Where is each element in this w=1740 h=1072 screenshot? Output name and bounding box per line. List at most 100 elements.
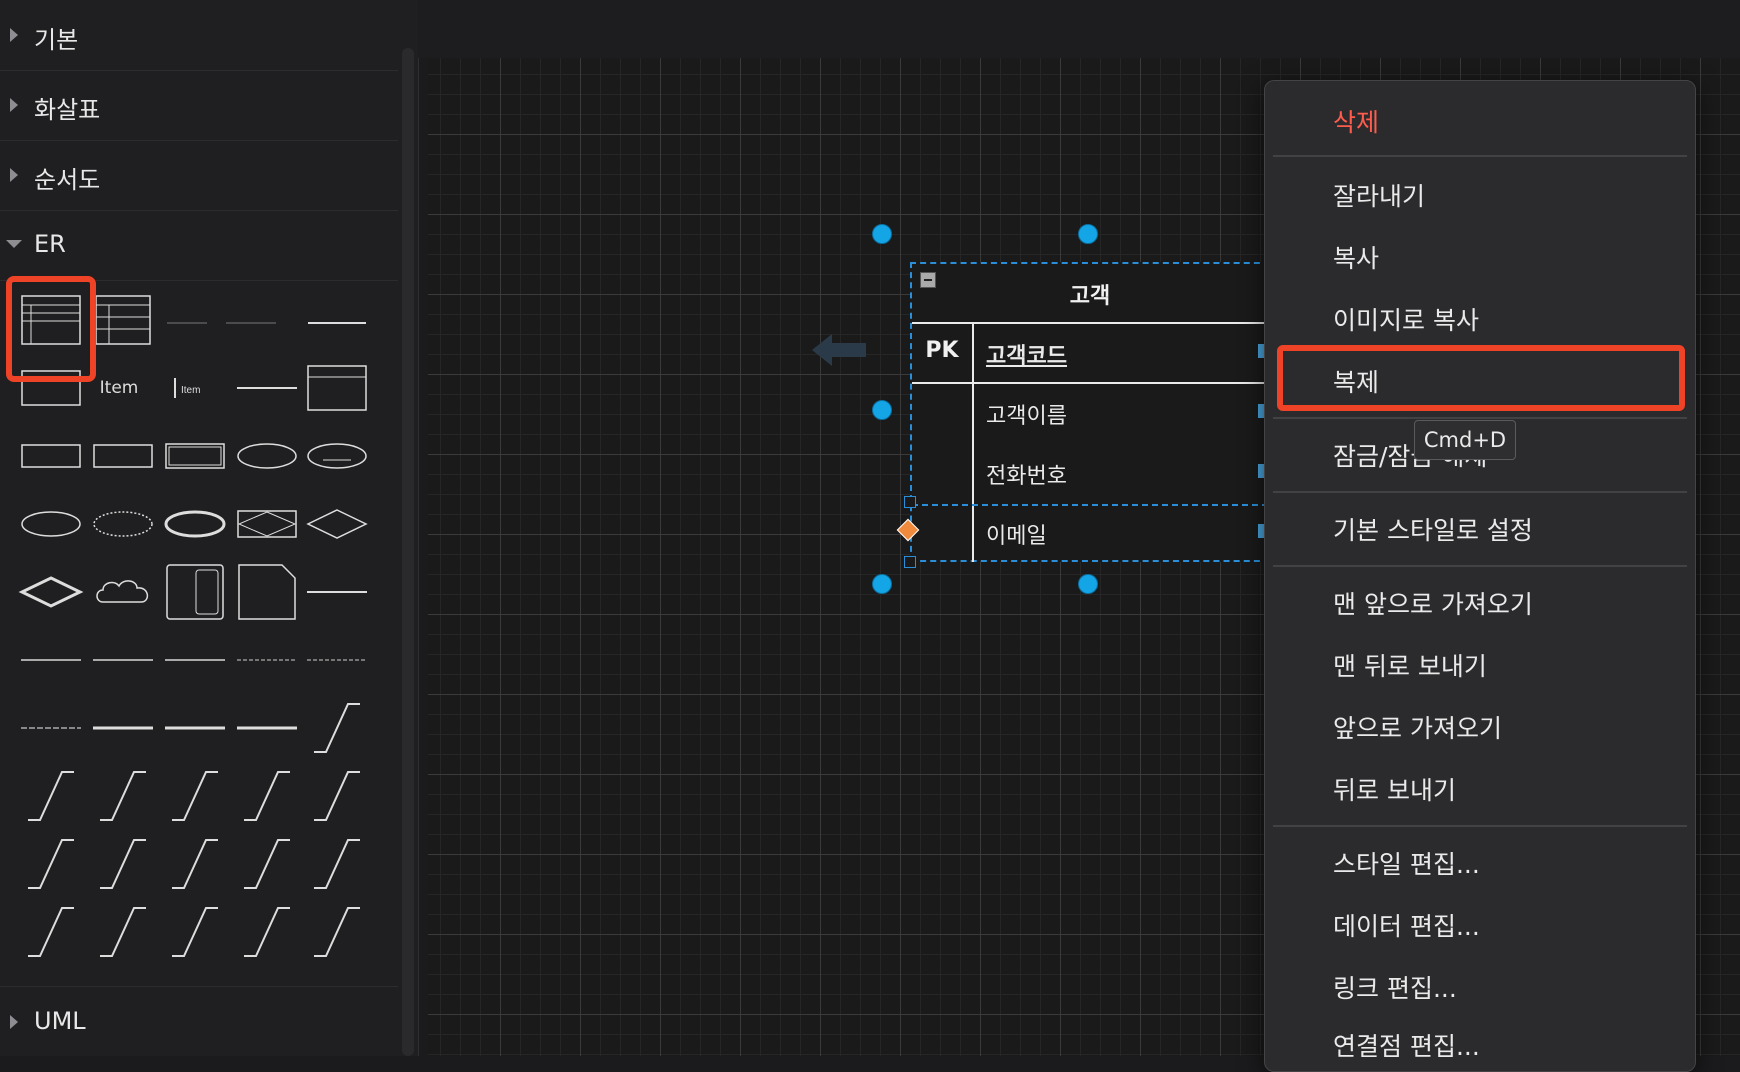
row-handle[interactable]: [904, 496, 916, 508]
key-label: PK: [925, 338, 959, 363]
shape-edge-14[interactable]: [164, 904, 226, 960]
shortcut-tooltip: Cmd+D: [1414, 420, 1516, 460]
table-row[interactable]: PK 고객코드: [912, 322, 1268, 382]
shape-relation-9[interactable]: [236, 700, 298, 756]
shape-main-sub[interactable]: [164, 564, 226, 620]
section-label: ER: [34, 230, 66, 258]
shape-identifying-relationship[interactable]: [18, 564, 84, 620]
shape-relation-5[interactable]: [306, 632, 368, 688]
shape-relation-4[interactable]: [236, 632, 298, 688]
expand-triangle-icon: [10, 28, 18, 42]
collapse-triangle-icon: [6, 240, 22, 248]
section-basic[interactable]: 기본: [0, 0, 398, 71]
shape-edge-8[interactable]: [92, 836, 154, 892]
menu-item-edit-link[interactable]: 링크 편집...: [1333, 969, 1457, 1005]
shape-entity-attrs[interactable]: [306, 360, 368, 416]
menu-item-copy[interactable]: 복사: [1333, 239, 1379, 275]
shape-line[interactable]: [236, 360, 298, 416]
shape-row-key[interactable]: [220, 292, 282, 348]
menu-item-send-to-back[interactable]: 맨 뒤로 보내기: [1333, 647, 1487, 683]
row-selection-border: [912, 504, 1268, 506]
shape-relation-3[interactable]: [164, 632, 226, 688]
menu-item-copy-as-image[interactable]: 이미지로 복사: [1333, 301, 1479, 337]
field-label: 고객이름: [986, 404, 1067, 429]
section-arrows[interactable]: 화살표: [0, 70, 398, 141]
menu-item-delete[interactable]: 삭제: [1333, 103, 1379, 139]
menu-item-duplicate[interactable]: 복제: [1333, 363, 1379, 399]
section-label: UML: [34, 1007, 86, 1035]
shape-row[interactable]: [156, 292, 218, 348]
menu-item-bring-to-front[interactable]: 맨 앞으로 가져오기: [1333, 585, 1533, 621]
menu-item-edit-data[interactable]: 데이터 편집...: [1333, 907, 1480, 943]
shape-edge-13[interactable]: [92, 904, 154, 960]
menu-item-send-backward[interactable]: 뒤로 보내기: [1333, 771, 1456, 807]
table-row[interactable]: 전화번호: [912, 442, 1268, 502]
shape-edge-11[interactable]: [306, 836, 368, 892]
shape-table-2[interactable]: [92, 292, 154, 348]
shape-relation-8[interactable]: [164, 700, 226, 756]
shape-edge-6[interactable]: [306, 768, 368, 824]
shape-edge-3[interactable]: [92, 768, 154, 824]
sidebar-scrollbar[interactable]: [402, 48, 414, 1056]
shape-row-pk[interactable]: [306, 292, 368, 348]
shape-weak-entity[interactable]: [164, 428, 226, 484]
shape-relation-2[interactable]: [92, 632, 154, 688]
shape-edge-7[interactable]: [20, 836, 82, 892]
table-row[interactable]: 고객이름: [912, 382, 1268, 442]
shape-edge-10[interactable]: [236, 836, 298, 892]
shape-attribute[interactable]: [236, 428, 298, 484]
expand-triangle-icon: [10, 1015, 18, 1029]
menu-separator: [1273, 825, 1687, 827]
table-row[interactable]: 이메일: [912, 502, 1268, 562]
shape-edge-15[interactable]: [236, 904, 298, 960]
table-header[interactable]: 고객: [912, 264, 1268, 324]
resize-handle[interactable]: [872, 224, 892, 244]
field-label: 이메일: [986, 524, 1047, 549]
shape-relation-7[interactable]: [92, 700, 154, 756]
section-flowchart[interactable]: 순서도: [0, 140, 398, 211]
resize-handle[interactable]: [1078, 574, 1098, 594]
shape-connector[interactable]: [306, 564, 368, 620]
shape-cloud[interactable]: [92, 564, 154, 620]
expand-triangle-icon: [10, 168, 18, 182]
shape-edge-9[interactable]: [164, 836, 226, 892]
context-menu: 삭제 잘라내기 복사 이미지로 복사 복제 잠금/잠금 해제 기본 스타일로 설…: [1264, 80, 1696, 1072]
menu-item-edit-style[interactable]: 스타일 편집...: [1333, 845, 1480, 881]
highlight-box: [6, 276, 96, 382]
menu-item-cut[interactable]: 잘라내기: [1333, 177, 1425, 213]
menu-item-set-default-style[interactable]: 기본 스타일로 설정: [1333, 511, 1533, 547]
er-shape-palette: Item Item: [0, 276, 398, 988]
row-handle[interactable]: [904, 556, 916, 568]
shape-entity-2[interactable]: [92, 428, 154, 484]
shape-associative-entity[interactable]: [236, 496, 298, 552]
shape-item[interactable]: Item: [88, 360, 150, 416]
field-label: 고객코드: [986, 344, 1067, 369]
shape-edge-1[interactable]: [306, 700, 368, 756]
shape-key-attribute[interactable]: [306, 428, 368, 484]
resize-handle[interactable]: [872, 400, 892, 420]
menu-item-edit-connection-points[interactable]: 연결점 편집...: [1333, 1027, 1480, 1063]
section-label: 화살표: [34, 96, 101, 124]
shape-item-small[interactable]: Item: [162, 360, 224, 416]
shape-entity[interactable]: [20, 428, 82, 484]
shape-attribute-2[interactable]: [20, 496, 82, 552]
er-table-selected[interactable]: 고객 PK 고객코드 고객이름 전화번호 이메일: [910, 262, 1270, 562]
resize-handle[interactable]: [1078, 224, 1098, 244]
shape-relation-1[interactable]: [20, 632, 82, 688]
arrow-left-icon[interactable]: [812, 334, 868, 370]
shape-relation-6[interactable]: [20, 700, 82, 756]
menu-item-bring-forward[interactable]: 앞으로 가져오기: [1333, 709, 1502, 745]
table-title: 고객: [1069, 284, 1111, 309]
section-er[interactable]: ER: [0, 210, 398, 281]
shape-relationship[interactable]: [306, 496, 368, 552]
resize-handle[interactable]: [872, 574, 892, 594]
shape-edge-4[interactable]: [164, 768, 226, 824]
shape-multivalue-attribute[interactable]: [164, 496, 226, 552]
shape-edge-16[interactable]: [306, 904, 368, 960]
shape-derived-attribute[interactable]: [92, 496, 154, 552]
shape-edge-2[interactable]: [20, 768, 82, 824]
shape-edge-5[interactable]: [236, 768, 298, 824]
shape-note[interactable]: [236, 564, 298, 620]
section-uml[interactable]: UML: [0, 986, 398, 1057]
shape-edge-12[interactable]: [20, 904, 82, 960]
